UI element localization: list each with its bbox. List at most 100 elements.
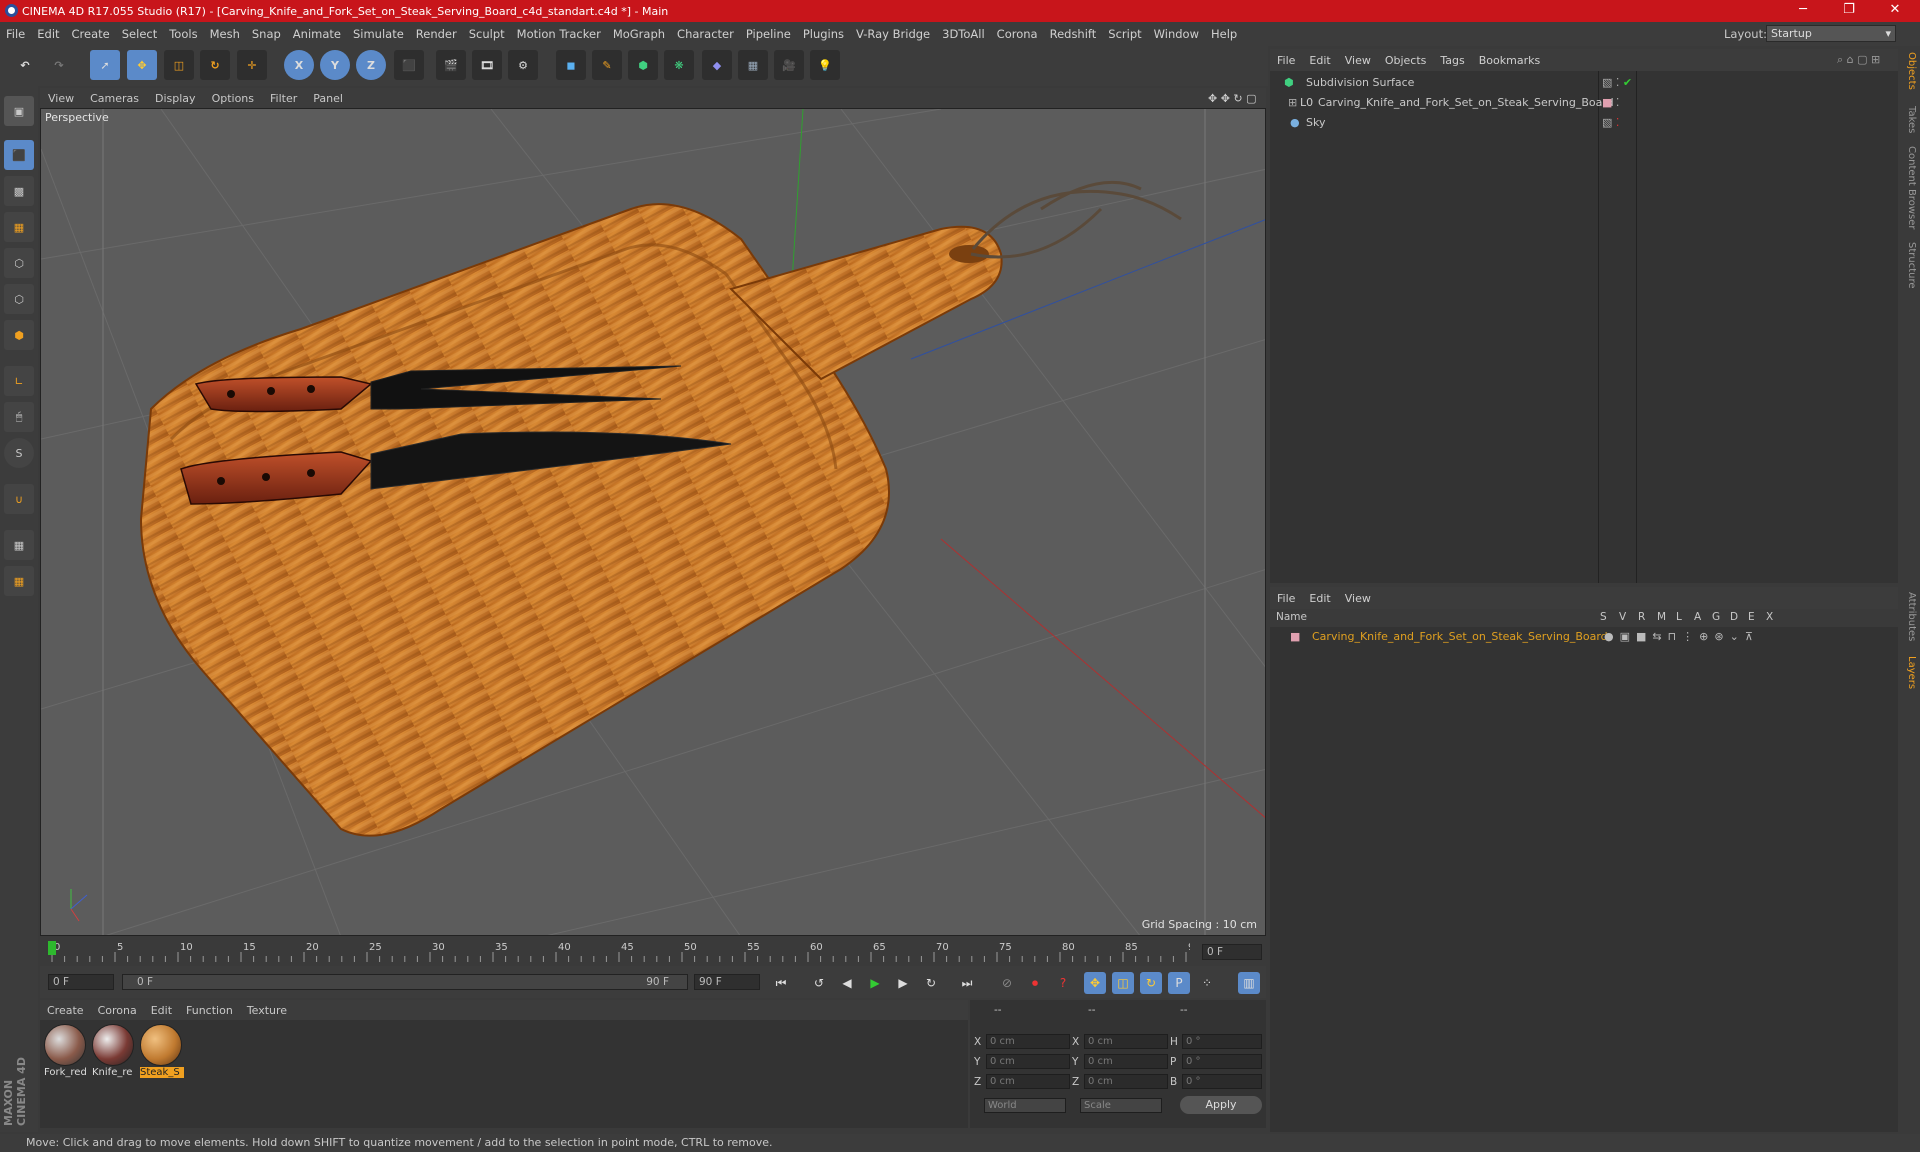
menu-animate[interactable]: Animate: [287, 27, 347, 41]
menu-edit[interactable]: Edit: [31, 27, 65, 41]
restore-button[interactable]: ❐: [1826, 0, 1872, 22]
record-active-icon[interactable]: ⏺: [1024, 972, 1046, 994]
minimize-button[interactable]: ─: [1780, 0, 1826, 22]
obj-menu-file[interactable]: File: [1270, 54, 1302, 67]
rot-p-field[interactable]: 0 °: [1182, 1054, 1262, 1069]
rot-h-field[interactable]: 0 °: [1182, 1034, 1262, 1049]
size-y-field[interactable]: 0 cm: [1084, 1054, 1168, 1069]
y-axis-lock-button[interactable]: Y: [320, 50, 350, 80]
menu-character[interactable]: Character: [671, 27, 740, 41]
cube-object-icon[interactable]: ◼: [556, 50, 586, 80]
key-scale-icon[interactable]: ◫: [1112, 972, 1134, 994]
layer-row[interactable]: ■ Carving_Knife_and_Fork_Set_on_Steak_Se…: [1270, 627, 1898, 647]
layout-dropdown[interactable]: Startup ▾: [1766, 25, 1896, 42]
menu-plugins[interactable]: Plugins: [797, 27, 850, 41]
axis-mode-icon[interactable]: ∟: [4, 366, 34, 396]
pos-z-field[interactable]: 0 cm: [986, 1074, 1070, 1089]
x-axis-lock-button[interactable]: X: [284, 50, 314, 80]
polygons-mode-icon[interactable]: ⬢: [4, 320, 34, 350]
tab-attributes[interactable]: Attributes: [1901, 592, 1917, 641]
light-icon[interactable]: 💡: [810, 50, 840, 80]
tab-content-browser[interactable]: Content Browser: [1901, 146, 1917, 229]
timeline-ruler[interactable]: 051015202530354045505560657075808590 0 F: [40, 938, 1266, 966]
obj-menu-edit[interactable]: Edit: [1302, 54, 1337, 67]
menu-mesh[interactable]: Mesh: [204, 27, 246, 41]
start-frame-field[interactable]: 0 F: [48, 974, 114, 990]
menu-redshift[interactable]: Redshift: [1044, 27, 1103, 41]
column-deformers[interactable]: D: [1730, 611, 1738, 623]
material-menu-edit[interactable]: Edit: [144, 1004, 179, 1017]
object-row-sky[interactable]: ● Sky ▧ ⁚: [1270, 113, 1898, 133]
end-frame-field[interactable]: 90 F: [694, 974, 760, 990]
viewport-menu-cameras[interactable]: Cameras: [82, 92, 147, 105]
layer-menu-file[interactable]: File: [1270, 592, 1302, 605]
play-icon[interactable]: ▶: [864, 972, 886, 994]
pen-spline-icon[interactable]: ✎: [592, 50, 622, 80]
material-fork[interactable]: Fork_red: [44, 1024, 88, 1080]
viewport-menu-display[interactable]: Display: [147, 92, 204, 105]
visibility-dots[interactable]: ▧ ⁚ ✔: [1602, 73, 1632, 93]
snap-icon[interactable]: S: [4, 438, 34, 468]
obj-menu-bookmarks[interactable]: Bookmarks: [1472, 54, 1547, 67]
menu-create[interactable]: Create: [66, 27, 116, 41]
redo-icon[interactable]: ↷: [44, 50, 74, 80]
go-to-start-icon[interactable]: ⏮: [770, 972, 792, 994]
model-mode-icon[interactable]: ⬛: [4, 140, 34, 170]
tweak-mode-icon[interactable]: 🖱: [4, 402, 34, 432]
live-selection-icon[interactable]: ➚: [90, 50, 120, 80]
deformer-icon[interactable]: ◆: [702, 50, 732, 80]
make-editable-icon[interactable]: ▣: [4, 96, 34, 126]
rot-b-field[interactable]: 0 °: [1182, 1074, 1262, 1089]
column-name[interactable]: Name: [1276, 611, 1307, 623]
move-tool-icon[interactable]: ✥: [127, 50, 157, 80]
column-view[interactable]: V: [1619, 611, 1626, 623]
tab-takes[interactable]: Takes: [1901, 106, 1917, 133]
texture-mode-icon[interactable]: ▩: [4, 176, 34, 206]
key-rotation-icon[interactable]: ↻: [1140, 972, 1162, 994]
viewport-menu-view[interactable]: View: [40, 92, 82, 105]
undo-icon[interactable]: ↶: [10, 50, 40, 80]
material-menu-texture[interactable]: Texture: [240, 1004, 294, 1017]
coordinate-space-dropdown[interactable]: World: [984, 1098, 1066, 1113]
material-menu-create[interactable]: Create: [40, 1004, 91, 1017]
autokey-icon[interactable]: ?: [1052, 972, 1074, 994]
material-knife[interactable]: Knife_re: [92, 1024, 136, 1080]
previous-frame-icon[interactable]: ◀: [836, 972, 858, 994]
menu-vray-bridge[interactable]: V-Ray Bridge: [850, 27, 936, 41]
next-frame-icon[interactable]: ▶: [892, 972, 914, 994]
key-position-icon[interactable]: ✥: [1084, 972, 1106, 994]
points-mode-icon[interactable]: ⬡: [4, 248, 34, 278]
tab-structure[interactable]: Structure: [1901, 242, 1917, 289]
3d-viewport[interactable]: Perspective Grid Spacing : 10 cm: [40, 108, 1266, 936]
column-generators[interactable]: G: [1712, 611, 1720, 623]
obj-menu-view[interactable]: View: [1338, 54, 1378, 67]
column-xref[interactable]: X: [1766, 611, 1773, 623]
planar-workplane-icon[interactable]: ▦: [4, 566, 34, 596]
render-picture-viewer-icon[interactable]: 🎞: [472, 50, 502, 80]
column-animation[interactable]: A: [1694, 611, 1701, 623]
tab-objects[interactable]: Objects: [1901, 52, 1917, 90]
scale-tool-icon[interactable]: ◫: [164, 50, 194, 80]
pos-x-field[interactable]: 0 cm: [986, 1034, 1070, 1049]
menu-simulate[interactable]: Simulate: [347, 27, 410, 41]
menu-script[interactable]: Script: [1102, 27, 1147, 41]
viewport-nav-icons[interactable]: ✥ ✥ ↻ ▢: [1200, 92, 1265, 105]
close-button[interactable]: ✕: [1872, 0, 1918, 22]
obj-menu-objects[interactable]: Objects: [1378, 54, 1434, 67]
magnet-icon[interactable]: ∪: [4, 484, 34, 514]
menu-corona[interactable]: Corona: [991, 27, 1044, 41]
edges-mode-icon[interactable]: ⬡: [4, 284, 34, 314]
size-mode-dropdown[interactable]: Scale: [1080, 1098, 1162, 1113]
column-manager[interactable]: M: [1657, 611, 1666, 623]
visibility-dots[interactable]: ■ ⁚: [1602, 93, 1619, 113]
current-frame-field[interactable]: 0 F: [1202, 944, 1262, 960]
timeline-window-icon[interactable]: ▥: [1238, 972, 1260, 994]
frame-range-slider[interactable]: 0 F 90 F: [122, 974, 688, 990]
workplane-mode-icon[interactable]: ▦: [4, 212, 34, 242]
go-to-end-icon[interactable]: ⏭: [956, 972, 978, 994]
viewport-menu-options[interactable]: Options: [204, 92, 262, 105]
menu-tools[interactable]: Tools: [163, 27, 203, 41]
layer-menu-edit[interactable]: Edit: [1302, 592, 1337, 605]
menu-pipeline[interactable]: Pipeline: [740, 27, 797, 41]
material-menu-corona[interactable]: Corona: [91, 1004, 144, 1017]
